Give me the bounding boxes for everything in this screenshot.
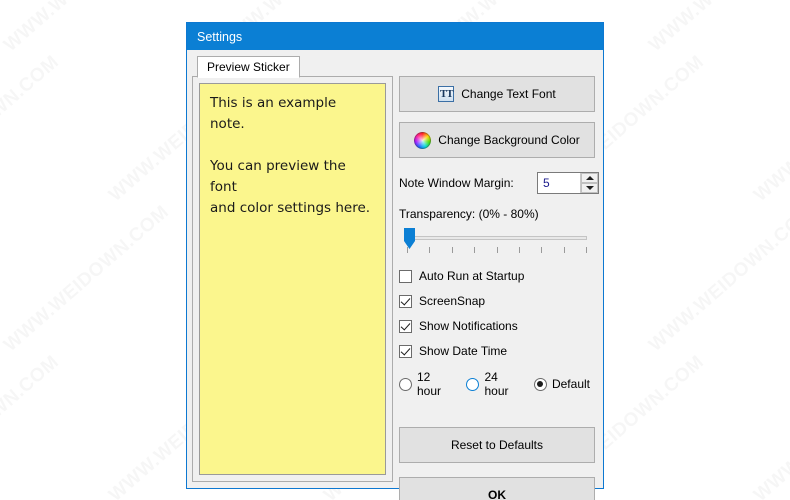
change-text-font-label: Change Text Font xyxy=(461,87,556,101)
slider-tick xyxy=(474,247,476,253)
reset-to-defaults-button[interactable]: Reset to Defaults xyxy=(399,427,595,463)
chevron-up-icon xyxy=(585,176,594,180)
checkbox-icon[interactable] xyxy=(399,294,412,308)
reset-to-defaults-label: Reset to Defaults xyxy=(450,438,544,452)
change-background-color-label: Change Background Color xyxy=(438,133,580,147)
window-title: Settings xyxy=(197,29,243,44)
checkbox-icon[interactable] xyxy=(399,319,412,333)
slider-tick xyxy=(563,247,565,253)
watermark-text: WWW.WEIDOWN.COM xyxy=(0,201,174,356)
settings-panel: TT Change Text Font Change Background Co… xyxy=(399,76,599,500)
checkbox-row[interactable]: Show Date Time xyxy=(399,344,599,358)
stepper-buttons xyxy=(580,173,598,193)
chevron-down-icon xyxy=(585,186,594,190)
transparency-label: Transparency: (0% - 80%) xyxy=(399,207,539,221)
radio-label: Default xyxy=(551,377,590,391)
slider-tick xyxy=(451,247,453,253)
checkbox-icon[interactable] xyxy=(399,344,412,358)
note-window-margin-value[interactable]: 5 xyxy=(538,173,580,193)
dialog-buttons: Reset to Defaults OK Cancel xyxy=(399,427,599,500)
window-body: Preview Sticker This is an example note.… xyxy=(187,50,603,500)
note-window-margin-label: Note Window Margin: xyxy=(399,176,514,190)
slider-track[interactable] xyxy=(407,236,587,240)
time-format-radio-group: 12 hour 24 hour Default xyxy=(399,370,599,398)
slider-thumb[interactable] xyxy=(404,228,415,249)
ok-label: OK xyxy=(488,488,506,500)
checkbox-label: Show Notifications xyxy=(419,319,518,333)
watermark-text: WWW.WEIDOWN.COM xyxy=(645,201,790,356)
slider-tick xyxy=(541,247,543,253)
slider-tick xyxy=(429,247,431,253)
checkbox-label: Auto Run at Startup xyxy=(419,269,525,283)
radio-button-icon[interactable] xyxy=(466,377,480,391)
radio-option[interactable]: 24 hour xyxy=(466,370,519,398)
ok-button[interactable]: OK xyxy=(399,477,595,500)
note-preview-panel[interactable]: This is an example note. You can preview… xyxy=(199,83,386,475)
radio-option[interactable]: Default xyxy=(533,377,590,391)
font-icon: TT xyxy=(438,86,455,102)
watermark-text: WWW.WEIDOWN.COM xyxy=(750,351,790,500)
watermark-text: WWW.WEIDOWN.COM xyxy=(750,51,790,206)
radio-button-icon[interactable] xyxy=(533,377,547,391)
checkbox-label: Show Date Time xyxy=(419,344,508,358)
watermark-text: WWW.WEIDOWN.COM xyxy=(0,51,64,206)
stepper-up-button[interactable] xyxy=(581,173,598,183)
slider-tick xyxy=(496,247,498,253)
slider-tick xyxy=(407,247,408,253)
color-wheel-icon xyxy=(414,131,432,149)
slider-tick xyxy=(518,247,520,253)
change-text-font-button[interactable]: TT Change Text Font xyxy=(399,76,595,112)
note-preview-text: This is an example note. You can preview… xyxy=(210,95,371,216)
watermark-text: WWW.WEIDOWN.COM xyxy=(0,0,174,57)
change-background-color-button[interactable]: Change Background Color xyxy=(399,122,595,158)
radio-option[interactable]: 12 hour xyxy=(399,370,452,398)
screenshot-root: WWW.WEIDOWN.COMWWW.WEIDOWN.COMWWW.WEIDOW… xyxy=(0,0,790,500)
note-window-margin-row: Note Window Margin: 5 xyxy=(399,172,599,194)
radio-label: 24 hour xyxy=(484,370,509,398)
radio-button-icon[interactable] xyxy=(399,377,412,391)
slider-tick xyxy=(586,247,587,253)
checkbox-row[interactable]: ScreenSnap xyxy=(399,294,599,308)
settings-window: Settings Preview Sticker This is an exam… xyxy=(186,22,604,500)
checkbox-row[interactable]: Show Notifications xyxy=(399,319,599,333)
tab-control: Preview Sticker This is an example note.… xyxy=(192,56,393,482)
checkbox-label: ScreenSnap xyxy=(419,294,486,308)
slider-ticks xyxy=(407,247,587,254)
checkbox-icon[interactable] xyxy=(399,269,412,283)
checkbox-list: Auto Run at Startup ScreenSnap Show Notifi… xyxy=(399,269,599,358)
transparency-slider[interactable] xyxy=(399,228,595,258)
stepper-down-button[interactable] xyxy=(581,183,598,193)
tab-preview-sticker[interactable]: Preview Sticker xyxy=(197,56,300,78)
title-bar: Settings xyxy=(187,23,603,50)
radio-label: 12 hour xyxy=(417,370,442,398)
note-window-margin-stepper[interactable]: 5 xyxy=(537,172,599,194)
tab-strip: Preview Sticker xyxy=(197,56,300,78)
checkbox-row[interactable]: Auto Run at Startup xyxy=(399,269,599,283)
watermark-text: WWW.WEIDOWN.COM xyxy=(645,0,790,57)
watermark-text: WWW.WEIDOWN.COM xyxy=(0,351,64,500)
